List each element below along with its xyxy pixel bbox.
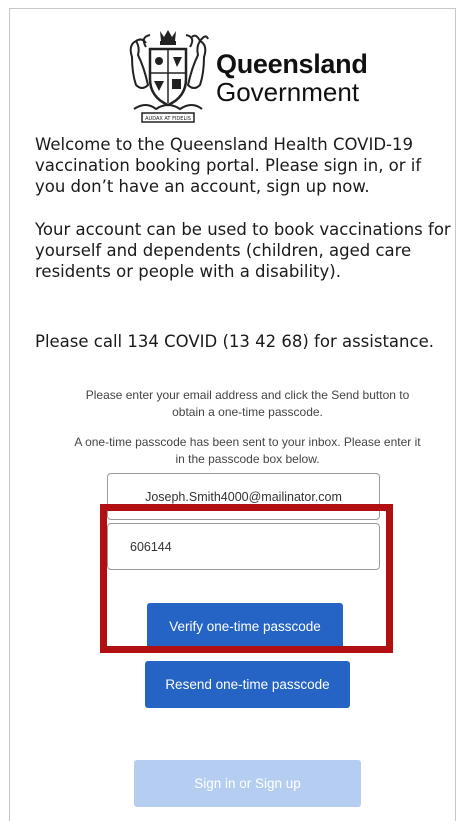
logo-title: Queensland <box>216 49 368 79</box>
help-text: Please call 134 COVID (13 42 68) for ass… <box>35 332 434 351</box>
passcode-sent-message: A one-time passcode has been sent to you… <box>74 435 421 466</box>
sign-in-button[interactable]: Sign in or Sign up <box>134 760 361 807</box>
login-panel: AUDAX AT FIDELIS Queensland Government W… <box>9 8 456 821</box>
welcome-text: Welcome to the Queensland Health COVID-1… <box>35 135 422 196</box>
resend-passcode-button[interactable]: Resend one-time passcode <box>145 661 350 708</box>
queensland-crest-icon: AUDAX AT FIDELIS <box>129 30 209 123</box>
logo-subtitle: Government <box>216 77 360 107</box>
email-input[interactable] <box>107 473 380 520</box>
crest-motto: AUDAX AT FIDELIS <box>145 116 191 122</box>
account-info-text: Your account can be used to book vaccina… <box>35 220 451 281</box>
passcode-input[interactable] <box>107 523 380 570</box>
queensland-government-logo: AUDAX AT FIDELIS Queensland Government <box>126 27 376 127</box>
email-instruction: Please enter your email address and clic… <box>85 388 410 419</box>
verify-passcode-button[interactable]: Verify one-time passcode <box>147 603 343 650</box>
